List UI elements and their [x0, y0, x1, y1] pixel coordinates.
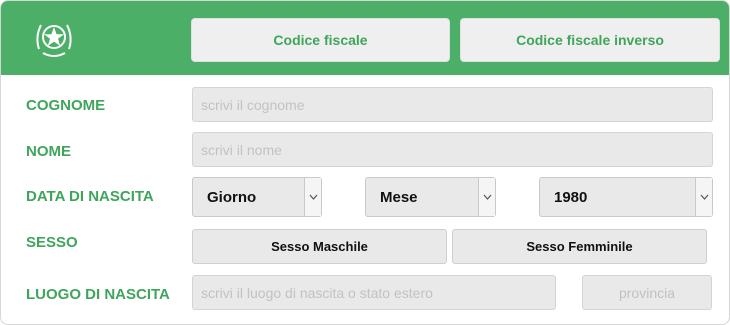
nome-input[interactable]: scrivi il nome: [192, 132, 713, 167]
luogo-nascita-input[interactable]: scrivi il luogo di nascita o stato ester…: [192, 275, 556, 310]
giorno-select[interactable]: Giorno: [192, 177, 322, 217]
codice-fiscale-button[interactable]: Codice fiscale: [191, 18, 450, 62]
cognome-input[interactable]: scrivi il cognome: [192, 87, 713, 122]
nome-label: NOME: [26, 143, 71, 160]
codice-fiscale-inverso-button[interactable]: Codice fiscale inverso: [460, 18, 720, 62]
cognome-label: COGNOME: [26, 97, 106, 114]
giorno-value: Giorno: [207, 188, 257, 206]
data-nascita-label: DATA DI NASCITA: [26, 188, 154, 205]
sesso-maschile-button[interactable]: Sesso Maschile: [192, 229, 447, 264]
italian-emblem-icon: [36, 24, 72, 57]
mese-select[interactable]: Mese: [365, 177, 496, 217]
chevron-down-icon[interactable]: [304, 178, 321, 216]
anno-value: 1980: [554, 188, 588, 206]
mese-value: Mese: [380, 188, 418, 206]
sesso-label: SESSO: [26, 234, 78, 251]
provincia-input[interactable]: provincia: [582, 275, 712, 310]
chevron-down-icon[interactable]: [695, 178, 712, 216]
sesso-femminile-button[interactable]: Sesso Femminile: [452, 229, 707, 264]
header-bar: Codice fiscale Codice fiscale inverso: [1, 1, 729, 75]
chevron-down-icon[interactable]: [478, 178, 495, 216]
codice-fiscale-form: Codice fiscale Codice fiscale inverso CO…: [0, 0, 730, 325]
luogo-nascita-label: LUOGO DI NASCITA: [26, 286, 170, 303]
anno-select[interactable]: 1980: [539, 177, 713, 217]
